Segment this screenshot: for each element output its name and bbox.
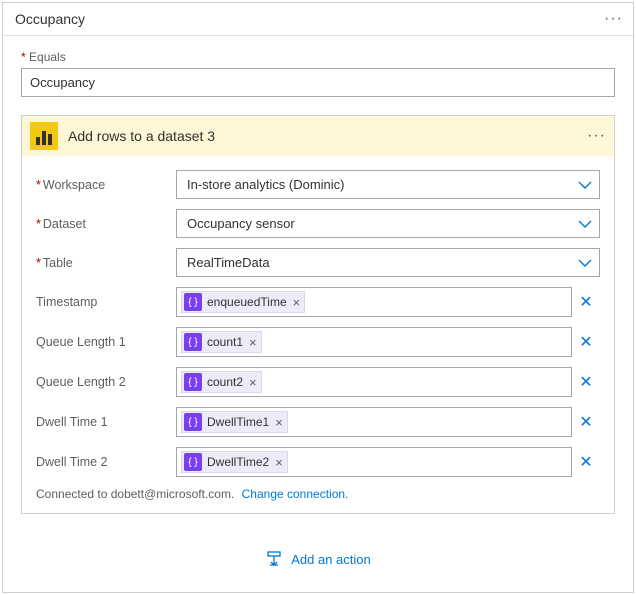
chevron-down-icon xyxy=(577,177,593,193)
workspace-select[interactable]: In-store analytics (Dominic) xyxy=(176,170,600,199)
token-text: DwellTime2 xyxy=(207,455,269,469)
queue2-row: Queue Length 2 { } count2 × ✕ xyxy=(36,367,600,397)
dynamic-content-icon: { } xyxy=(184,373,202,391)
queue1-label: Queue Length 1 xyxy=(36,335,176,349)
remove-token-button[interactable]: × xyxy=(249,375,257,390)
chevron-down-icon xyxy=(577,216,593,232)
dwell1-label: Dwell Time 1 xyxy=(36,415,176,429)
dataset-select[interactable]: Occupancy sensor xyxy=(176,209,600,238)
action-more-button[interactable]: ··· xyxy=(587,128,606,144)
clear-queue1-button[interactable]: ✕ xyxy=(572,332,600,352)
timestamp-token[interactable]: { } enqueuedTime × xyxy=(181,291,305,313)
clear-dwell2-button[interactable]: ✕ xyxy=(572,452,600,472)
action-title: Add rows to a dataset 3 xyxy=(68,128,587,144)
add-action-icon xyxy=(265,550,283,568)
table-value: RealTimeData xyxy=(187,255,270,270)
clear-timestamp-button[interactable]: ✕ xyxy=(572,292,600,312)
dynamic-content-icon: { } xyxy=(184,333,202,351)
token-text: DwellTime1 xyxy=(207,415,269,429)
token-text: enqueuedTime xyxy=(207,295,287,309)
remove-token-button[interactable]: × xyxy=(249,335,257,350)
table-row: Table RealTimeData xyxy=(36,248,600,277)
queue2-input[interactable]: { } count2 × xyxy=(176,367,572,397)
table-select[interactable]: RealTimeData xyxy=(176,248,600,277)
dataset-label: Dataset xyxy=(36,217,176,231)
queue1-token[interactable]: { } count1 × xyxy=(181,331,262,353)
dwell1-input[interactable]: { } DwellTime1 × xyxy=(176,407,572,437)
clear-queue2-button[interactable]: ✕ xyxy=(572,372,600,392)
queue1-input[interactable]: { } count1 × xyxy=(176,327,572,357)
timestamp-input[interactable]: { } enqueuedTime × xyxy=(176,287,572,317)
equals-input[interactable] xyxy=(21,68,615,97)
dwell2-row: Dwell Time 2 { } DwellTime2 × ✕ xyxy=(36,447,600,477)
queue2-token[interactable]: { } count2 × xyxy=(181,371,262,393)
clear-dwell1-button[interactable]: ✕ xyxy=(572,412,600,432)
remove-token-button[interactable]: × xyxy=(293,295,301,310)
powerbi-icon xyxy=(30,122,58,150)
queue1-row: Queue Length 1 { } count1 × ✕ xyxy=(36,327,600,357)
connection-info: Connected to dobett@microsoft.com. Chang… xyxy=(36,487,600,501)
dynamic-content-icon: { } xyxy=(184,453,202,471)
connection-text: Connected to dobett@microsoft.com. xyxy=(36,487,234,501)
equals-label: Equals xyxy=(21,50,615,64)
timestamp-label: Timestamp xyxy=(36,295,176,309)
timestamp-row: Timestamp { } enqueuedTime × ✕ xyxy=(36,287,600,317)
token-text: count1 xyxy=(207,335,243,349)
occupancy-panel: Occupancy ··· Equals Add rows to a datas… xyxy=(2,2,634,593)
panel-title: Occupancy xyxy=(15,11,604,27)
chevron-down-icon xyxy=(577,255,593,271)
remove-token-button[interactable]: × xyxy=(275,455,283,470)
add-action-label: Add an action xyxy=(291,552,371,567)
dwell1-row: Dwell Time 1 { } DwellTime1 × ✕ xyxy=(36,407,600,437)
remove-token-button[interactable]: × xyxy=(275,415,283,430)
action-body: Workspace In-store analytics (Dominic) D… xyxy=(22,156,614,513)
action-card: Add rows to a dataset 3 ··· Workspace In… xyxy=(21,115,615,514)
dynamic-content-icon: { } xyxy=(184,293,202,311)
panel-more-button[interactable]: ··· xyxy=(604,11,623,27)
add-action-button[interactable]: Add an action xyxy=(265,550,371,568)
dwell1-token[interactable]: { } DwellTime1 × xyxy=(181,411,288,433)
dwell2-token[interactable]: { } DwellTime2 × xyxy=(181,451,288,473)
dwell2-input[interactable]: { } DwellTime2 × xyxy=(176,447,572,477)
panel-header: Occupancy ··· xyxy=(3,3,633,36)
footer: Add an action xyxy=(3,514,633,592)
action-header[interactable]: Add rows to a dataset 3 ··· xyxy=(22,116,614,156)
change-connection-link[interactable]: Change connection. xyxy=(242,487,349,501)
dataset-row: Dataset Occupancy sensor xyxy=(36,209,600,238)
workspace-label: Workspace xyxy=(36,178,176,192)
token-text: count2 xyxy=(207,375,243,389)
workspace-row: Workspace In-store analytics (Dominic) xyxy=(36,170,600,199)
dataset-value: Occupancy sensor xyxy=(187,216,295,231)
table-label: Table xyxy=(36,256,176,270)
queue2-label: Queue Length 2 xyxy=(36,375,176,389)
equals-section: Equals xyxy=(3,36,633,115)
dynamic-content-icon: { } xyxy=(184,413,202,431)
workspace-value: In-store analytics (Dominic) xyxy=(187,177,345,192)
dwell2-label: Dwell Time 2 xyxy=(36,455,176,469)
